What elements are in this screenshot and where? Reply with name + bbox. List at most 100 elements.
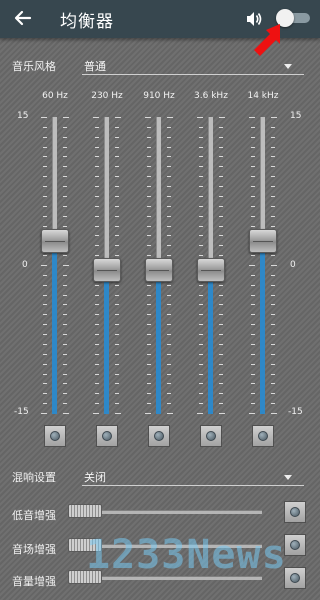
scale-tick: [199, 374, 203, 375]
scale-tick: [43, 255, 47, 256]
preset-label: 音乐风格: [12, 60, 56, 73]
scale-tick: [95, 255, 99, 256]
scale-tick: [95, 304, 99, 305]
scale-tick: [199, 206, 203, 207]
scale-tick: [219, 156, 223, 157]
scale-tick: [167, 324, 171, 325]
scale-tick: [43, 344, 47, 345]
scale-min-right: -15: [288, 407, 303, 417]
bass-boost-button[interactable]: [284, 501, 306, 523]
scale-tick: [115, 176, 119, 177]
scale-tick: [167, 245, 171, 246]
scale-max-right: 15: [290, 111, 302, 121]
slider-thumb[interactable]: [145, 258, 173, 283]
reverb-dropdown[interactable]: 关闭: [82, 465, 304, 487]
scale-tick: [115, 147, 119, 148]
scale-tick: [199, 186, 203, 187]
page-title: 均衡器: [60, 12, 114, 32]
eq-band-slider[interactable]: [196, 117, 226, 414]
loudness-button[interactable]: [284, 567, 306, 589]
scale-tick: [271, 334, 275, 335]
band-button[interactable]: [44, 425, 66, 447]
back-button[interactable]: [10, 5, 36, 31]
scale-tick: [199, 147, 203, 148]
preset-value: 普通: [84, 60, 106, 73]
led-icon: [290, 540, 300, 550]
scale-tick: [219, 383, 223, 384]
scale-tick: [63, 147, 67, 148]
scale-tick: [95, 127, 99, 128]
band-button[interactable]: [252, 425, 274, 447]
scale-tick: [43, 216, 47, 217]
scale-tick: [145, 413, 151, 414]
band-button[interactable]: [148, 425, 170, 447]
scale-tick: [115, 393, 119, 394]
scale-tick: [251, 176, 255, 177]
arrow-left-icon: [14, 10, 32, 26]
scale-tick: [167, 374, 171, 375]
scale-tick: [271, 255, 275, 256]
slider-thumb[interactable]: [249, 228, 277, 253]
slider-thumb[interactable]: [197, 258, 225, 283]
slider-fill: [52, 240, 57, 414]
scale-tick: [251, 324, 255, 325]
scale-tick: [63, 127, 67, 128]
scale-tick: [95, 226, 99, 227]
scale-tick: [167, 226, 171, 227]
eq-band-slider[interactable]: [248, 117, 278, 414]
scale-tick: [147, 147, 151, 148]
scale-tick: [115, 344, 119, 345]
scale-tick: [167, 156, 171, 157]
scale-tick: [43, 354, 47, 355]
scale-tick: [115, 156, 119, 157]
slider-thumb[interactable]: [41, 228, 69, 253]
led-icon: [206, 431, 216, 441]
scale-tick: [43, 314, 47, 315]
scale-tick: [199, 127, 203, 128]
band-button[interactable]: [96, 425, 118, 447]
scale-tick: [251, 334, 255, 335]
scale-tick: [199, 314, 203, 315]
scale-tick: [167, 354, 171, 355]
eq-band-slider[interactable]: [144, 117, 174, 414]
slider-thumb[interactable]: [68, 504, 102, 518]
scale-tick: [219, 196, 223, 197]
scale-tick: [147, 354, 151, 355]
scale-tick: [271, 147, 275, 148]
scale-tick: [95, 166, 99, 167]
scale-tick: [43, 147, 47, 148]
band-frequency-label: 230 Hz: [91, 91, 123, 101]
scale-tick: [93, 117, 99, 118]
scale-tick: [63, 364, 67, 365]
scale-tick: [43, 374, 47, 375]
scale-tick: [219, 314, 223, 315]
eq-band-slider[interactable]: [92, 117, 122, 414]
scale-tick: [115, 196, 119, 197]
scale-tick: [147, 393, 151, 394]
scale-tick: [199, 295, 203, 296]
bass-boost-slider[interactable]: [68, 504, 262, 518]
scale-tick: [251, 393, 255, 394]
slider-fill: [104, 270, 109, 414]
scale-tick: [251, 383, 255, 384]
scale-tick: [63, 216, 67, 217]
scale-tick: [199, 285, 203, 286]
scale-tick: [43, 186, 47, 187]
scale-tick: [249, 413, 255, 414]
scale-tick: [115, 127, 119, 128]
scale-tick: [271, 364, 275, 365]
scale-tick: [95, 137, 99, 138]
slider-thumb[interactable]: [93, 258, 121, 283]
eq-band-slider[interactable]: [40, 117, 70, 414]
scale-tick: [63, 324, 67, 325]
preset-dropdown[interactable]: 普通: [82, 54, 304, 76]
scale-tick: [167, 334, 171, 335]
virtualizer-button[interactable]: [284, 534, 306, 556]
scale-tick: [251, 216, 255, 217]
scale-tick: [63, 334, 67, 335]
scale-tick: [167, 413, 173, 414]
band-frequency-label: 910 Hz: [143, 91, 175, 101]
scale-tick: [147, 137, 151, 138]
band-button[interactable]: [200, 425, 222, 447]
scale-tick: [271, 403, 275, 404]
